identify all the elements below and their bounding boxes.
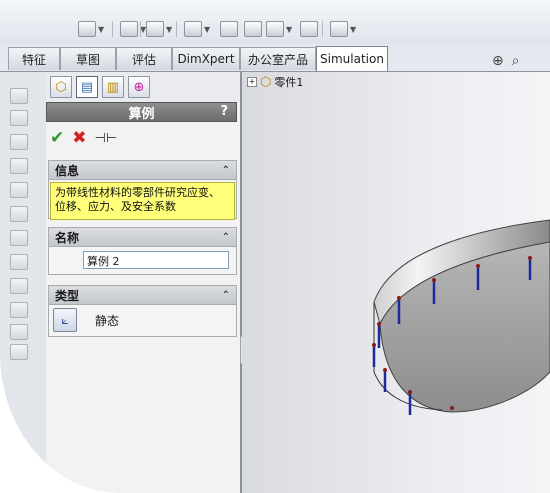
chevron-down-icon: ▼ <box>204 24 211 34</box>
toolbar-divider <box>112 21 113 37</box>
tab-sketch[interactable]: 草图 <box>60 47 116 70</box>
ok-button[interactable]: ✔ <box>50 128 64 148</box>
cancel-button[interactable]: ✖ <box>72 128 86 148</box>
toolbar-tool-4[interactable]: ▼ <box>184 20 210 38</box>
group-title: 信息 <box>55 163 80 178</box>
tool-icon <box>120 21 138 37</box>
chevron-down-icon: ▼ <box>350 24 357 34</box>
part-model[interactable] <box>242 72 550 493</box>
collapse-icon[interactable]: ⌃ <box>222 165 230 176</box>
toolbar-divider <box>140 21 141 37</box>
tab-simulation[interactable]: Simulation <box>316 46 388 71</box>
results-advisor-icon[interactable] <box>10 254 28 270</box>
info-group: 信息 ⌃ 为带线性材料的零部件研究应变、位移、应力、及安全系数 <box>48 160 237 220</box>
help-button[interactable]: ? <box>220 104 228 119</box>
study-advisor-icon[interactable] <box>10 88 28 104</box>
type-option-static[interactable]: ⟀ 静态 <box>53 308 119 332</box>
configuration-manager-tab[interactable]: ▥ <box>102 76 124 98</box>
tool-icon <box>78 21 96 37</box>
chevron-down-icon: ▼ <box>286 24 293 34</box>
feature-manager-tab[interactable]: ⬡ <box>50 76 72 98</box>
property-manager: ⬡ ▤ ▥ ⊕ 算例 ? ✔ ✖ ⊣⊢ 信息 ⌃ 为带线性材料的零部件研究应变、… <box>46 72 241 493</box>
toolbar-tool-1[interactable]: ▼ <box>78 20 104 38</box>
dimxpert-manager-tab[interactable]: ⊕ <box>128 76 150 98</box>
compare-results-icon[interactable] <box>10 324 28 340</box>
zoom-to-fit-icon[interactable]: ⊕ <box>492 53 504 69</box>
info-group-header[interactable]: 信息 ⌃ <box>49 161 236 180</box>
command-toolbar: ▼ ▼ ▼ ▼ ▼ ▼ <box>0 0 550 44</box>
tab-office-products[interactable]: 办公室产品 <box>240 47 316 70</box>
heads-up-toolbar: ⊕ ⌕ <box>492 53 520 69</box>
collapse-icon[interactable]: ⌃ <box>222 232 230 243</box>
collapse-icon[interactable]: ⌃ <box>222 290 230 301</box>
external-loads-icon[interactable] <box>10 158 28 174</box>
static-study-icon: ⟀ <box>53 308 77 332</box>
property-manager-tab[interactable]: ▤ <box>76 76 98 98</box>
type-group-header[interactable]: 类型 ⌃ <box>49 286 236 305</box>
x-icon: ✖ <box>72 128 87 148</box>
toolbar-divider <box>176 21 177 37</box>
group-title: 类型 <box>55 288 80 303</box>
pushpin-icon: ⊣⊢ <box>94 130 118 146</box>
toolbar-tool-2[interactable]: ▼ <box>120 20 146 38</box>
chevron-down-icon: ▼ <box>166 24 173 34</box>
property-manager-icon: ▤ <box>80 79 94 95</box>
command-manager-tabs: 特征 草图 评估 DimXpert 办公室产品 Simulation <box>0 44 550 72</box>
report-icon[interactable] <box>10 302 28 318</box>
toolbar-tool-3[interactable]: ▼ <box>146 20 172 38</box>
toolbar-tool-8[interactable] <box>300 20 318 38</box>
tool-icon <box>266 21 284 37</box>
tool-icon <box>220 21 238 37</box>
page-title: 算例 <box>128 106 155 122</box>
tree-item-part[interactable]: 零件1 <box>274 74 303 90</box>
name-group-header[interactable]: 名称 ⌃ <box>49 228 236 247</box>
tool-icon <box>300 21 318 37</box>
type-option-label: 静态 <box>95 313 120 328</box>
mesh-icon[interactable] <box>10 230 28 246</box>
part-icon: ⬡ <box>260 74 272 90</box>
checkmark-icon: ✔ <box>50 128 65 148</box>
tool-icon <box>146 21 164 37</box>
tab-evaluate[interactable]: 评估 <box>116 47 172 70</box>
simulation-command-strip <box>0 72 47 493</box>
shell-manager-icon[interactable] <box>10 206 28 222</box>
feature-tree: + ⬡ 零件1 <box>247 74 303 90</box>
action-buttons: ✔ ✖ ⊣⊢ <box>50 128 117 148</box>
chevron-down-icon: ▼ <box>98 24 105 34</box>
tab-features[interactable]: 特征 <box>8 47 60 70</box>
toolbar-divider <box>322 21 323 37</box>
toolbar-tool-7[interactable]: ▼ <box>266 20 292 38</box>
zoom-area-icon[interactable]: ⌕ <box>512 53 520 69</box>
solidworks-window: ▼ ▼ ▼ ▼ ▼ ▼ 特征 草图 评估 DimXpert 办公室产品 Simu… <box>0 0 550 493</box>
toolbar-tool-6[interactable] <box>244 20 262 38</box>
toolbar-tool-5[interactable] <box>220 20 238 38</box>
feature-manager-icon: ⬡ <box>55 79 67 95</box>
study-name-input[interactable]: 算例 2 <box>83 251 229 269</box>
property-manager-title: 算例 ? <box>46 102 237 122</box>
fixtures-icon[interactable] <box>10 134 28 150</box>
manager-tabs: ⬡ ▤ ▥ ⊕ <box>46 72 241 102</box>
crosshair-icon: ⊕ <box>133 79 145 95</box>
tab-dimxpert[interactable]: DimXpert <box>172 47 240 70</box>
configuration-manager-icon: ▥ <box>106 79 120 95</box>
type-group: 类型 ⌃ ⟀ 静态 <box>48 285 237 337</box>
pushpin-button[interactable]: ⊣⊢ <box>95 131 118 146</box>
plot-tools-icon[interactable] <box>10 278 28 294</box>
run-icon[interactable] <box>10 110 28 126</box>
name-group: 名称 ⌃ 算例 2 <box>48 227 237 275</box>
info-message: 为带线性材料的零部件研究应变、位移、应力、及安全系数 <box>50 182 235 220</box>
tool-icon <box>244 21 262 37</box>
group-title: 名称 <box>55 230 80 245</box>
tool-icon <box>330 21 348 37</box>
tool-icon <box>184 21 202 37</box>
connections-icon[interactable] <box>10 182 28 198</box>
design-insight-icon[interactable] <box>10 344 28 360</box>
expand-icon[interactable]: + <box>247 77 257 87</box>
toolbar-tool-9[interactable]: ▼ <box>330 20 356 38</box>
